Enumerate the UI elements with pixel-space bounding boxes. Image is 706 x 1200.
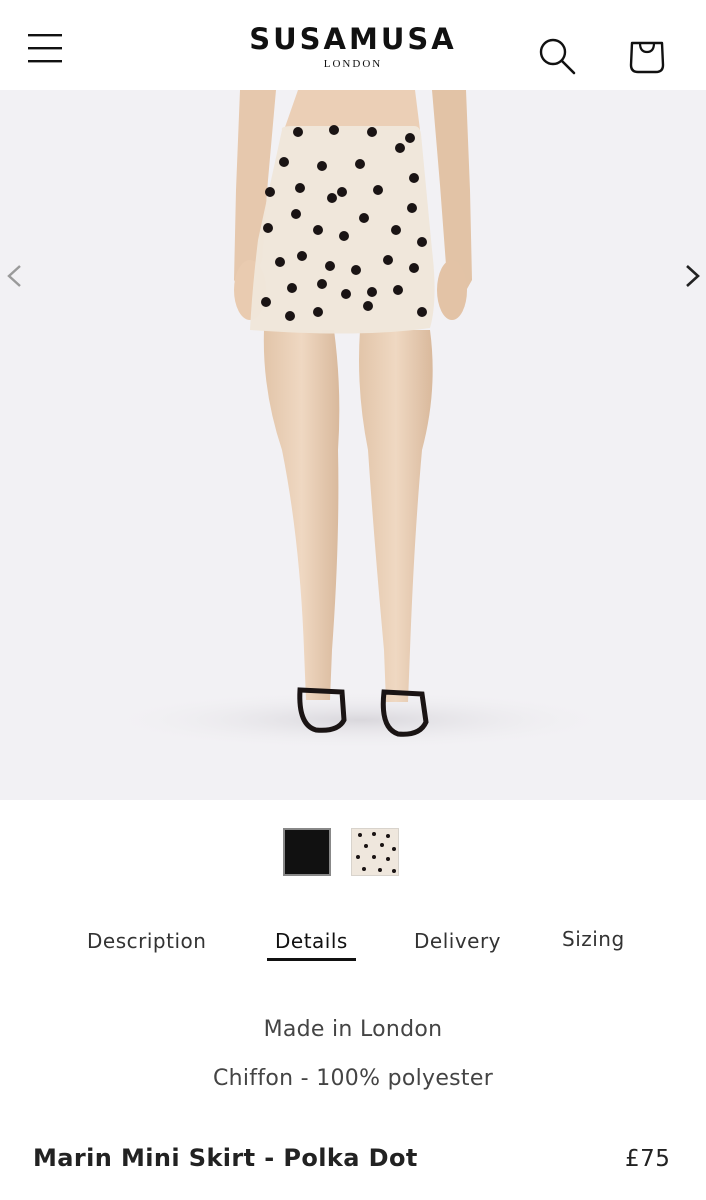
shopping-bag-icon[interactable]: [626, 34, 668, 76]
chevron-right-icon[interactable]: [678, 256, 706, 296]
tab-details[interactable]: Details: [275, 929, 348, 953]
details-line: Chiffon - 100% polyester: [212, 1066, 494, 1091]
details-panel: Made in London Chiffon - 100% polyester: [0, 1010, 706, 1108]
brand-logo: SUSAMUSA LONDON: [0, 22, 706, 71]
sticky-product-bar: Marin Mini Skirt - Polka Dot £75: [0, 1120, 706, 1200]
site-header: SUSAMUSA LONDON: [0, 0, 706, 90]
tab-description[interactable]: Description: [87, 929, 206, 953]
brand-subtitle: LONDON: [323, 58, 383, 70]
tab-sizing[interactable]: Sizing: [562, 927, 625, 951]
details-line: Made in London: [263, 1017, 443, 1042]
chevron-left-icon[interactable]: [0, 256, 30, 296]
product-price: £75: [625, 1146, 671, 1172]
active-tab-indicator: [267, 958, 356, 961]
tab-delivery[interactable]: Delivery: [414, 929, 501, 953]
product-info-tabs: Description Details Delivery Sizing: [0, 925, 706, 965]
product-image-gallery[interactable]: [0, 90, 706, 800]
swatch-polka-dot[interactable]: [351, 828, 399, 876]
product-photo: [100, 90, 620, 750]
polka-dot-swatch-pattern: [356, 832, 396, 873]
brand-name[interactable]: SUSAMUSA: [0, 22, 706, 56]
product-title: Marin Mini Skirt - Polka Dot: [33, 1144, 418, 1172]
swatch-black[interactable]: [283, 828, 331, 876]
search-icon[interactable]: [537, 36, 577, 76]
